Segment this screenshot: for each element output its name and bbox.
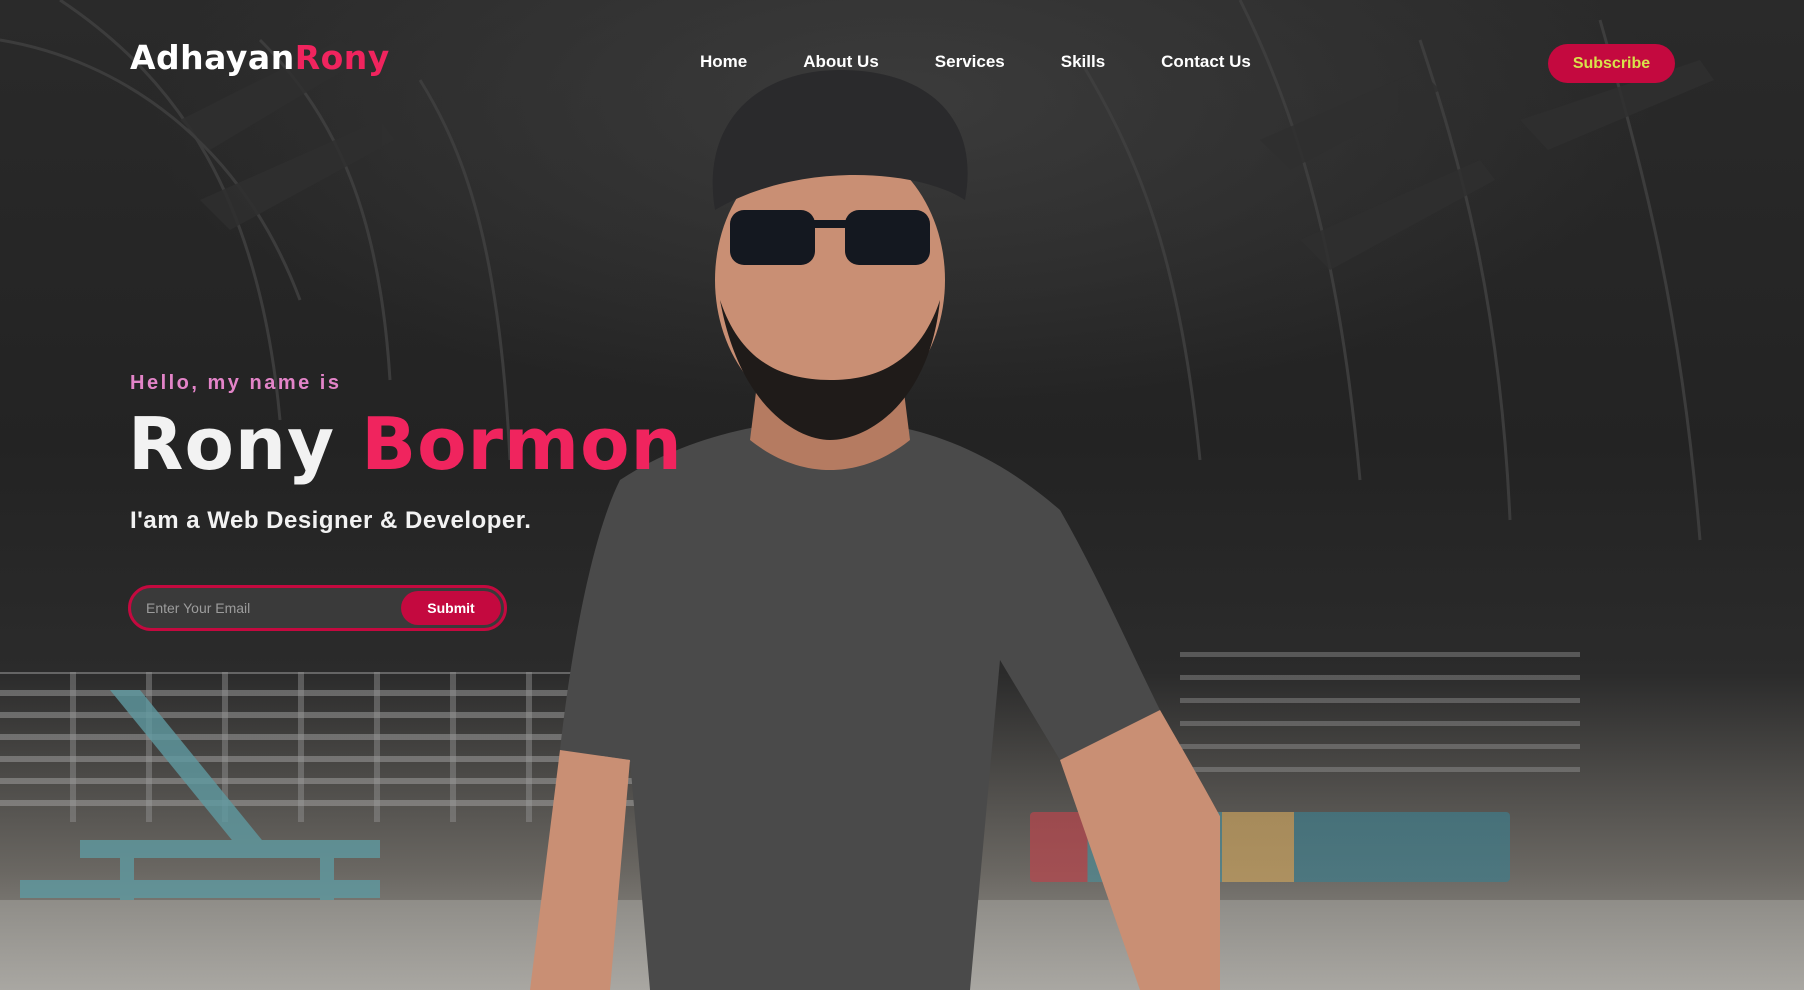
nav-link-contact-us[interactable]: Contact Us (1161, 52, 1251, 72)
right-arm (1060, 710, 1220, 990)
hero-greeting: Hello, my name is (130, 372, 342, 394)
hero-first-name: Rony (128, 402, 336, 486)
deck-chair (20, 690, 380, 920)
subscribe-button[interactable]: Subscribe (1548, 44, 1675, 83)
site-logo[interactable]: AdhayanRony (130, 38, 390, 77)
nav-link-services[interactable]: Services (935, 52, 1005, 72)
nav-link-about-us[interactable]: About Us (803, 52, 879, 72)
t-shirt (560, 420, 1160, 990)
hero-tagline: I'am a Web Designer & Developer. (130, 507, 532, 534)
logo-text-primary: Adhayan (130, 38, 295, 77)
navbar: AdhayanRony Home About Us Services Skill… (0, 0, 1804, 120)
submit-button[interactable]: Submit (401, 591, 501, 625)
main-nav: Home About Us Services Skills Contact Us (700, 52, 1307, 72)
logo-text-accent: Rony (294, 38, 390, 77)
nav-link-home[interactable]: Home (700, 52, 747, 72)
left-arm (530, 750, 630, 990)
email-input[interactable] (131, 588, 401, 628)
hero-name: Rony Bormon (128, 402, 683, 486)
hero-portrait (530, 70, 1220, 990)
hero-last-name: Bormon (361, 402, 683, 486)
railing-right (1180, 650, 1580, 790)
nav-link-skills[interactable]: Skills (1061, 52, 1105, 72)
email-subscribe-form: Submit (128, 585, 507, 631)
